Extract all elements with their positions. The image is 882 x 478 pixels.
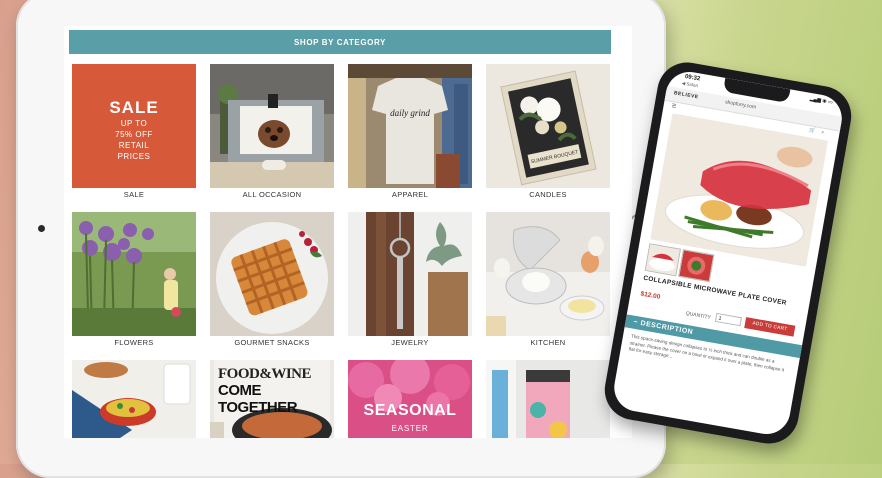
product-thumbnail-1[interactable]: [644, 243, 682, 277]
category-tile-jewelry[interactable]: JEWELRY: [348, 212, 472, 347]
product-thumbnail-2[interactable]: [678, 249, 715, 283]
category-label: KITCHEN: [530, 338, 566, 347]
product-title: COLLAPSIBLE MICROWAVE PLATE COVER: [642, 274, 788, 307]
menu-icon[interactable]: ☰: [671, 103, 676, 110]
sale-title: SALE: [109, 98, 159, 117]
category-label: SALE: [123, 190, 145, 199]
sale-image: SALE UP TO 75% OFF RETAIL PRICES: [72, 64, 196, 188]
sale-line4: PRICES: [117, 152, 151, 161]
category-tile-flowers[interactable]: FLOWERS: [72, 212, 196, 347]
partial-image-4: [486, 360, 610, 438]
category-label: JEWELRY: [391, 338, 429, 347]
shop-by-category-header: SHOP BY CATEGORY: [69, 30, 611, 54]
magazine-subtitle: COME TOGETHER: [218, 382, 298, 416]
category-tile-all-occasion[interactable]: ALL OCCASION: [210, 64, 334, 199]
candles-image: SUMMER BOUQUET: [486, 64, 610, 188]
partial-image-1: [72, 360, 196, 438]
category-tile-partial-4[interactable]: [486, 360, 610, 438]
apparel-image: daily grind: [348, 64, 472, 188]
all-occasion-image: [210, 64, 334, 188]
flowers-image: [72, 212, 196, 336]
magazine-title: FOOD&WINE: [218, 366, 312, 382]
quantity-label: QUANTITY: [685, 310, 712, 321]
product-price: $12.00: [639, 290, 661, 301]
cart-icon[interactable]: 🛒: [809, 127, 816, 134]
category-label: CANDLES: [529, 190, 567, 199]
category-tile-seasonal[interactable]: SEASONAL EASTER: [348, 360, 472, 438]
tablet-camera: [38, 225, 45, 232]
category-tile-candles[interactable]: SUMMER BOUQUET CANDLES: [486, 64, 610, 199]
category-tile-sale[interactable]: SALE UP TO 75% OFF RETAIL PRICES SALE: [72, 64, 196, 199]
description-header: DESCRIPTION: [639, 319, 694, 337]
seasonal-title: SEASONAL: [363, 402, 457, 419]
kitchen-image: [486, 212, 610, 336]
category-label: GOURMET SNACKS: [234, 338, 310, 347]
category-tile-gourmet-snacks[interactable]: GOURMET SNACKS: [210, 212, 334, 347]
sale-line2: 75% OFF: [115, 130, 153, 139]
category-tile-apparel[interactable]: daily grind APPAREL: [348, 64, 472, 199]
product-image: [650, 113, 829, 267]
shirt-text: daily grind: [390, 108, 430, 118]
jewelry-image: [348, 212, 472, 336]
seasonal-image: SEASONAL EASTER: [348, 360, 472, 438]
tablet-device: SHOP BY CATEGORY SALE UP TO 75% OFF RETA…: [16, 0, 666, 478]
quantity-input[interactable]: 1: [714, 312, 743, 327]
site-logo[interactable]: BELIEVE: [673, 90, 699, 100]
magazine-image: FOOD&WINE COME TOGETHER: [210, 360, 334, 438]
category-tile-partial-magazine[interactable]: FOOD&WINE COME TOGETHER: [210, 360, 334, 438]
add-to-cart-button[interactable]: ADD TO CART: [744, 317, 796, 337]
category-label: FLOWERS: [114, 338, 154, 347]
category-label: APPAREL: [391, 190, 429, 199]
seasonal-subtitle: EASTER: [391, 424, 429, 433]
site-url[interactable]: shopfurry.com: [725, 99, 757, 110]
status-icons: ▂▄▆ ◉ ▭: [809, 95, 834, 106]
category-label: ALL OCCASION: [242, 190, 302, 199]
search-icon[interactable]: ⌕: [821, 129, 825, 135]
sale-line3: RETAIL: [118, 141, 150, 150]
category-tile-partial-1[interactable]: [72, 360, 196, 438]
tablet-screen: SHOP BY CATEGORY SALE UP TO 75% OFF RETA…: [64, 26, 632, 438]
sale-line1: UP TO: [120, 119, 148, 128]
gourmet-snacks-image: [210, 212, 334, 336]
category-tile-kitchen[interactable]: KITCHEN: [486, 212, 610, 347]
